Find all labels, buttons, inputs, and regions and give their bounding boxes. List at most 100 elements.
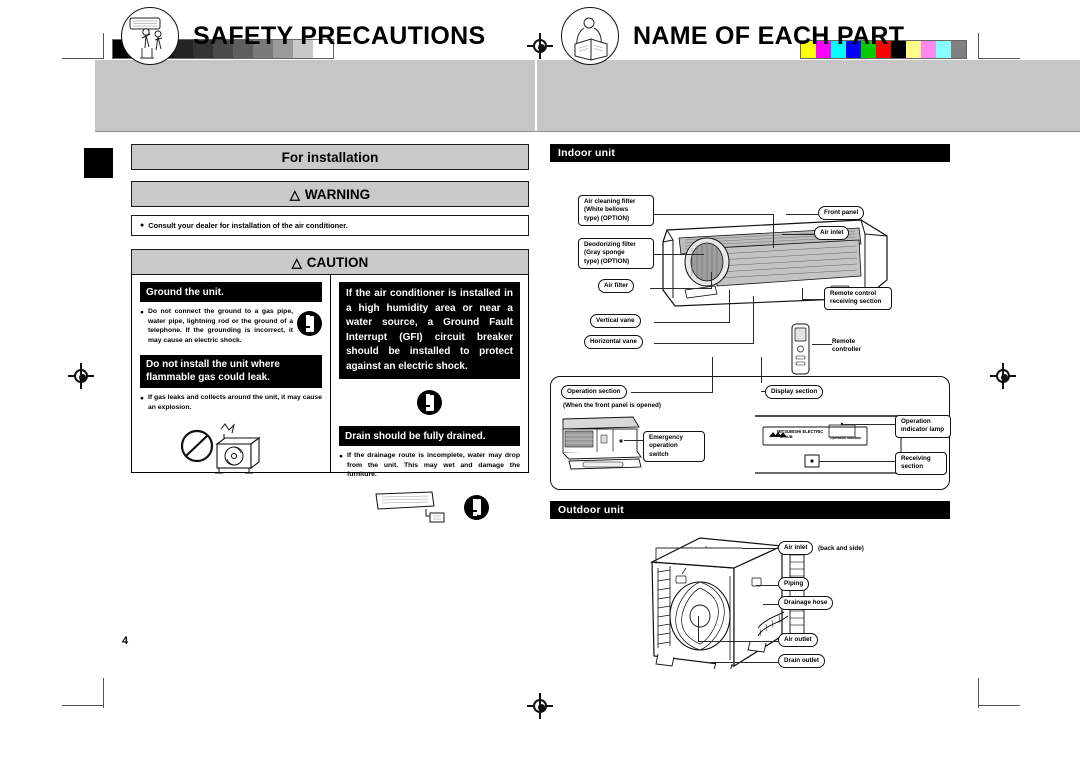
leader-line bbox=[753, 296, 754, 344]
leader-line bbox=[763, 604, 778, 605]
reading-manual-illustration-icon bbox=[561, 7, 619, 65]
leader-line bbox=[650, 288, 712, 289]
warning-note-text: Consult your dealer for installation of … bbox=[148, 221, 348, 230]
registration-mark-left bbox=[68, 363, 94, 389]
leader-line bbox=[654, 214, 774, 215]
callout-display-section: Display section bbox=[765, 385, 824, 400]
bullet-icon: ● bbox=[339, 452, 343, 460]
caution-heading: △ CAUTION bbox=[131, 249, 529, 275]
for-installation-label: For installation bbox=[281, 149, 379, 165]
leader-line bbox=[761, 357, 762, 383]
callout-horizontal-vane: Horizontal vane bbox=[584, 335, 643, 350]
safety-precautions-header: SAFETY PRECAUTIONS bbox=[95, 0, 485, 72]
leader-line bbox=[710, 662, 778, 663]
label-remote-controller: Remote controller bbox=[832, 338, 862, 354]
callout-air-inlet-indoor: Air inlet bbox=[814, 226, 850, 241]
warning-triangle-icon: △ bbox=[289, 186, 300, 202]
gfi-breaker-paragraph: If the air conditioner is installed in a… bbox=[339, 282, 520, 379]
callout-air-filter: Air filter bbox=[598, 279, 635, 294]
drain-illustration bbox=[339, 486, 520, 528]
crop-mark-right-top bbox=[978, 33, 979, 59]
callout-emergency-operation-switch: Emergency operation switch bbox=[643, 431, 705, 462]
leader-line bbox=[654, 322, 730, 323]
leader-line bbox=[742, 548, 778, 549]
leader-line bbox=[631, 392, 713, 393]
leader-line bbox=[654, 343, 754, 344]
name-of-each-part-column: Indoor unit Air cleaning filter (White b… bbox=[550, 144, 951, 669]
caution-triangle-icon: △ bbox=[291, 254, 302, 270]
crop-mark-left-bottom bbox=[103, 678, 104, 708]
crop-mark-lower-left bbox=[62, 705, 104, 706]
caution-label: CAUTION bbox=[306, 254, 369, 270]
prohibition-outdoor-unit-icon bbox=[140, 420, 322, 478]
safety-precautions-title: SAFETY PRECAUTIONS bbox=[193, 21, 486, 50]
callout-receiving-section: Receiving section bbox=[895, 452, 947, 475]
callout-piping: Piping bbox=[778, 577, 810, 592]
caution-column-right: If the air conditioner is installed in a… bbox=[331, 275, 528, 523]
warning-note: ● Consult your dealer for installation o… bbox=[131, 215, 529, 236]
callout-air-cleaning-filter: Air cleaning filter (White bellows type)… bbox=[578, 195, 654, 226]
leader-line bbox=[802, 288, 803, 300]
warning-heading: △ WARNING bbox=[131, 181, 529, 207]
drain-heading: Drain should be fully drained. bbox=[339, 426, 520, 447]
bullet-icon: ● bbox=[140, 394, 144, 402]
leader-line bbox=[786, 214, 818, 215]
indoor-unit-diagram: Air cleaning filter (White bellows type)… bbox=[550, 162, 950, 394]
safety-precautions-column: For installation △ WARNING ● Consult you… bbox=[131, 144, 529, 523]
flammable-gas-heading: Do not install the unit where flammable … bbox=[140, 354, 322, 389]
exclamation-mandatory-icon bbox=[464, 494, 489, 520]
operation-display-panel: Operation section (When the front panel … bbox=[550, 357, 951, 490]
page-number: 4 bbox=[122, 635, 129, 647]
leader-line bbox=[711, 272, 712, 289]
indoor-unit-bar: Indoor unit bbox=[550, 144, 950, 162]
callout-front-panel: Front panel bbox=[818, 206, 865, 221]
callout-operation-section: Operation section bbox=[561, 385, 627, 400]
installer-illustration-icon bbox=[121, 7, 179, 65]
callout-deodorizing-filter: Deodorizing filter (Gray sponge type) (O… bbox=[578, 238, 654, 269]
callout-drainage-hose: Drainage hose bbox=[778, 596, 834, 611]
leader-line bbox=[712, 357, 713, 393]
display-indicator-caption: Operation indicator bbox=[830, 436, 862, 440]
callout-operation-indicator-lamp: Operation indicator lamp bbox=[895, 415, 951, 438]
registration-mark-bottom bbox=[527, 693, 553, 719]
color-swatch bbox=[906, 41, 921, 58]
leader-line bbox=[802, 299, 824, 300]
leader-line bbox=[773, 214, 774, 248]
outdoor-unit-diagram: Air inlet (back and side) Piping Drainag… bbox=[550, 524, 950, 669]
leader-line bbox=[654, 254, 704, 255]
label-operation-note: (When the front panel is opened) bbox=[563, 402, 661, 409]
leader-line bbox=[729, 290, 730, 323]
exclamation-mandatory-icon bbox=[297, 311, 322, 337]
label-air-inlet-note: (back and side) bbox=[818, 545, 864, 552]
leader-line bbox=[843, 424, 897, 425]
display-brand-label: MITSUBISHI ELECTRIC bbox=[777, 429, 824, 434]
leader-line bbox=[819, 461, 897, 462]
crop-mark-upper-right bbox=[978, 58, 1020, 59]
callout-air-outlet: Air outlet bbox=[778, 633, 818, 648]
caution-body: Ground the unit. ● Do not connect the gr… bbox=[131, 275, 529, 523]
ground-unit-heading: Ground the unit. bbox=[140, 282, 322, 303]
exclamation-mandatory-icon bbox=[417, 390, 442, 415]
flammable-gas-body: ● If gas leaks and collects around the u… bbox=[140, 394, 322, 411]
outdoor-unit-bar: Outdoor unit bbox=[550, 501, 950, 519]
leader-line bbox=[756, 585, 778, 586]
registration-mark-right bbox=[990, 363, 1016, 389]
caution-column-left: Ground the unit. ● Do not connect the gr… bbox=[132, 275, 331, 474]
leader-line bbox=[698, 641, 778, 642]
ground-unit-body: ● Do not connect the ground to a gas pip… bbox=[140, 308, 293, 345]
color-swatch bbox=[936, 41, 951, 58]
warning-label: WARNING bbox=[304, 186, 371, 202]
crop-mark-lower-right bbox=[978, 705, 1020, 706]
drain-body: ● If the drainage route is incomplete, w… bbox=[339, 452, 520, 479]
leader-line bbox=[698, 616, 699, 642]
callout-vertical-vane: Vertical vane bbox=[590, 314, 641, 329]
name-of-each-part-header: NAME OF EACH PART bbox=[535, 0, 904, 72]
crop-mark-right-bottom bbox=[978, 678, 979, 708]
leader-line bbox=[782, 234, 814, 235]
chapter-margin-tab bbox=[84, 148, 113, 178]
callout-drain-outlet: Drain outlet bbox=[778, 654, 825, 669]
color-swatch bbox=[921, 41, 936, 58]
leader-line bbox=[761, 391, 766, 392]
for-installation-heading: For installation bbox=[131, 144, 529, 170]
header-underline bbox=[95, 131, 1080, 133]
